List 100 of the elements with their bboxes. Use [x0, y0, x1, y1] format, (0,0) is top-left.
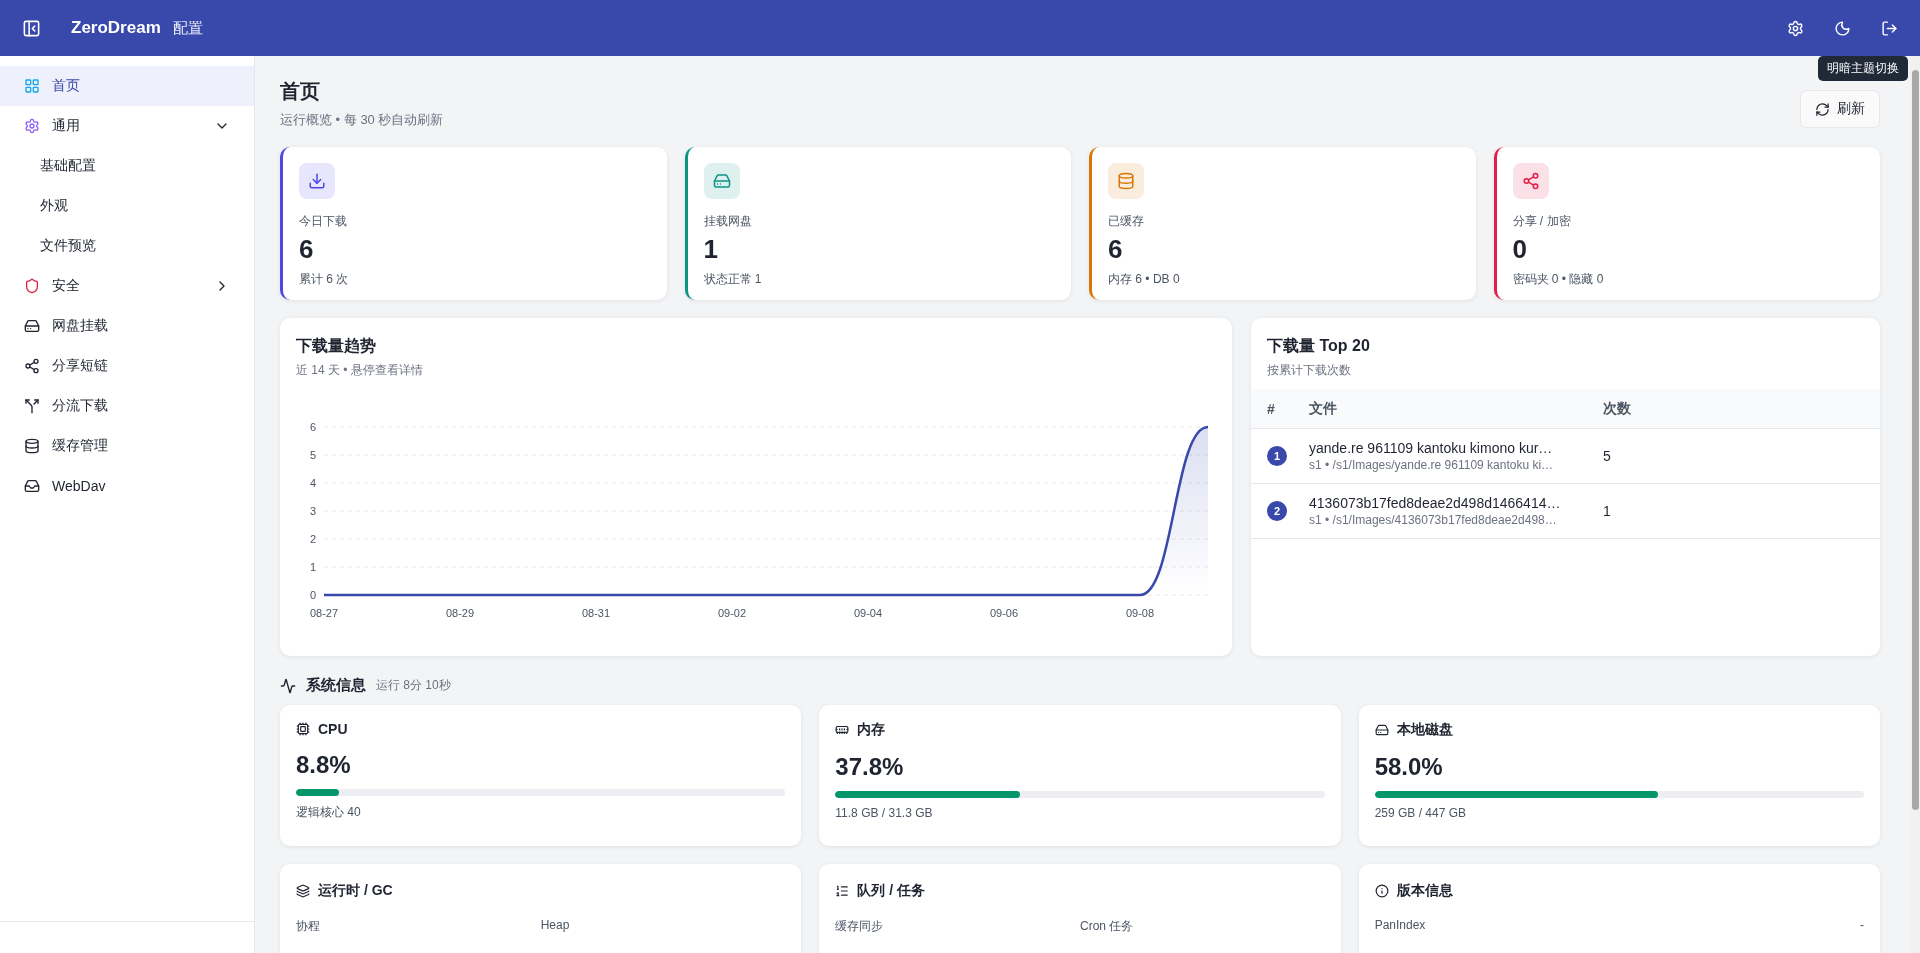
- sidebar-item[interactable]: 安全: [0, 266, 254, 306]
- sidebar-item[interactable]: 网盘挂载: [0, 306, 254, 346]
- refresh-button[interactable]: 刷新: [1800, 90, 1880, 128]
- gear-icon: [24, 118, 40, 134]
- database-icon: [1108, 163, 1144, 199]
- uptime-text: 运行 8分 10秒: [376, 677, 451, 694]
- settings-button[interactable]: [1787, 19, 1804, 37]
- logout-button[interactable]: [1881, 19, 1898, 37]
- sidebar-item[interactable]: 首页: [0, 66, 254, 106]
- activity-icon: [280, 677, 296, 694]
- card-title: 队列 / 任务: [857, 882, 925, 900]
- field-label: Heap: [540, 918, 571, 934]
- drive-icon: [1374, 723, 1389, 737]
- field-label: 缓存同步: [835, 918, 885, 935]
- card-subtitle: 按累计下载次数: [1267, 362, 1352, 379]
- info-icon: [1374, 884, 1389, 898]
- axis-tick-label: 08-29: [445, 607, 475, 619]
- axis-tick-label: 09-08: [1125, 607, 1155, 619]
- sidebar-item[interactable]: 分享短链: [0, 346, 254, 386]
- card-title: 下载量 Top 20: [1267, 336, 1371, 356]
- field-label: PanIndex: [1374, 918, 1427, 932]
- stat-label: 今日下载: [299, 213, 348, 230]
- resource-value: 8.8%: [296, 751, 352, 779]
- sidebar-toggle-icon: [22, 18, 41, 38]
- shield-icon: [24, 278, 40, 294]
- resource-detail: 259 GB / 447 GB: [1374, 806, 1468, 820]
- column-header: 次数: [1587, 389, 1880, 429]
- resource-name: 本地磁盘: [1396, 721, 1453, 739]
- download-count: 5: [1603, 448, 1611, 464]
- field-value: -: [1860, 918, 1864, 932]
- settings-icon: [1787, 19, 1804, 37]
- stat-label: 已缓存: [1108, 213, 1145, 230]
- refresh-icon: [1815, 101, 1830, 117]
- resource-detail: 逻辑核心 40: [296, 804, 362, 821]
- axis-tick-label: 08-27: [309, 607, 339, 619]
- rank-badge: 2: [1267, 501, 1287, 521]
- sidebar-item[interactable]: 通用: [0, 106, 254, 146]
- download-count: 1: [1603, 503, 1611, 519]
- axis-tick-label: 4: [309, 477, 316, 489]
- sidebar-item[interactable]: 分流下载: [0, 386, 254, 426]
- file-name: yande.re 961109 kantoku kimono kur…: [1309, 440, 1554, 456]
- app-title: ZeroDream: [71, 18, 161, 38]
- download-icon: [299, 163, 335, 199]
- card-title: 下载量趋势: [296, 336, 377, 356]
- axis-tick-label: 5: [309, 449, 316, 461]
- stat-detail: 状态正常 1: [703, 271, 763, 288]
- app-subtitle: 配置: [172, 18, 203, 38]
- stat-value: 0: [1512, 234, 1528, 265]
- stat-detail: 密码夹 0 • 隐藏 0: [1512, 271, 1605, 288]
- sidebar-subitem[interactable]: 文件预览: [0, 226, 254, 266]
- chip-icon: [296, 722, 310, 736]
- sidebar-subitem[interactable]: 基础配置: [0, 146, 254, 186]
- axis-tick-label: 2: [309, 533, 316, 545]
- drive-icon: [24, 318, 40, 334]
- axis-tick-label: 09-06: [989, 607, 1019, 619]
- file-name: 4136073b17fed8deae2d498d1466414…: [1309, 495, 1562, 511]
- resource-value: 37.8%: [835, 753, 905, 781]
- section-title: 系统信息: [306, 676, 366, 695]
- field-label: Cron 任务: [1080, 918, 1135, 935]
- layers-icon: [296, 884, 310, 898]
- grid-icon: [24, 78, 40, 94]
- column-header: #: [1251, 389, 1293, 429]
- memory-icon: [835, 723, 850, 737]
- inbox-icon: [24, 478, 40, 494]
- axis-tick-label: 09-02: [717, 607, 747, 619]
- list-icon: [835, 884, 850, 898]
- moon-icon: [1834, 19, 1851, 37]
- stat-value: 6: [299, 234, 315, 265]
- stat-detail: 内存 6 • DB 0: [1108, 271, 1181, 288]
- resource-value: 58.0%: [1374, 753, 1444, 781]
- collapse-sidebar-button[interactable]: [22, 18, 41, 38]
- sidebar-subitem[interactable]: 外观: [0, 186, 254, 226]
- split-icon: [24, 398, 40, 414]
- card-subtitle: 近 14 天 • 悬停查看详情: [296, 362, 424, 379]
- resource-name: 内存: [857, 721, 886, 739]
- theme-toggle-button[interactable]: [1834, 19, 1851, 37]
- axis-tick-label: 1: [309, 561, 316, 573]
- file-path: s1 • /s1/Images/yande.re 961109 kantoku ki…: [1309, 458, 1555, 472]
- rank-badge: 1: [1267, 446, 1287, 466]
- share-icon: [1512, 163, 1549, 199]
- tooltip: 明暗主题切换: [1818, 56, 1908, 81]
- stat-detail: 累计 6 次: [299, 271, 350, 288]
- page-title: 首页: [280, 79, 321, 104]
- axis-tick-label: 6: [309, 421, 316, 433]
- page-subtitle: 运行概览 • 每 30 秒自动刷新: [280, 111, 444, 129]
- stat-label: 分享 / 加密: [1512, 213, 1572, 230]
- resource-name: CPU: [318, 721, 348, 737]
- axis-tick-label: 09-04: [853, 607, 883, 619]
- drive-icon: [703, 163, 740, 199]
- file-path: s1 • /s1/Images/4136073b17fed8deae2d498…: [1309, 513, 1558, 527]
- scrollbar[interactable]: [1910, 56, 1920, 953]
- field-label: 协程: [296, 918, 321, 935]
- stat-label: 挂载网盘: [703, 213, 753, 230]
- card-title: 运行时 / GC: [318, 882, 393, 900]
- sidebar-item[interactable]: 缓存管理: [0, 426, 254, 466]
- sidebar-item[interactable]: WebDav: [0, 466, 254, 506]
- axis-tick-label: 0: [309, 589, 316, 601]
- axis-tick-label: 3: [309, 505, 316, 517]
- stat-value: 1: [703, 234, 719, 265]
- card-title: 版本信息: [1396, 882, 1453, 900]
